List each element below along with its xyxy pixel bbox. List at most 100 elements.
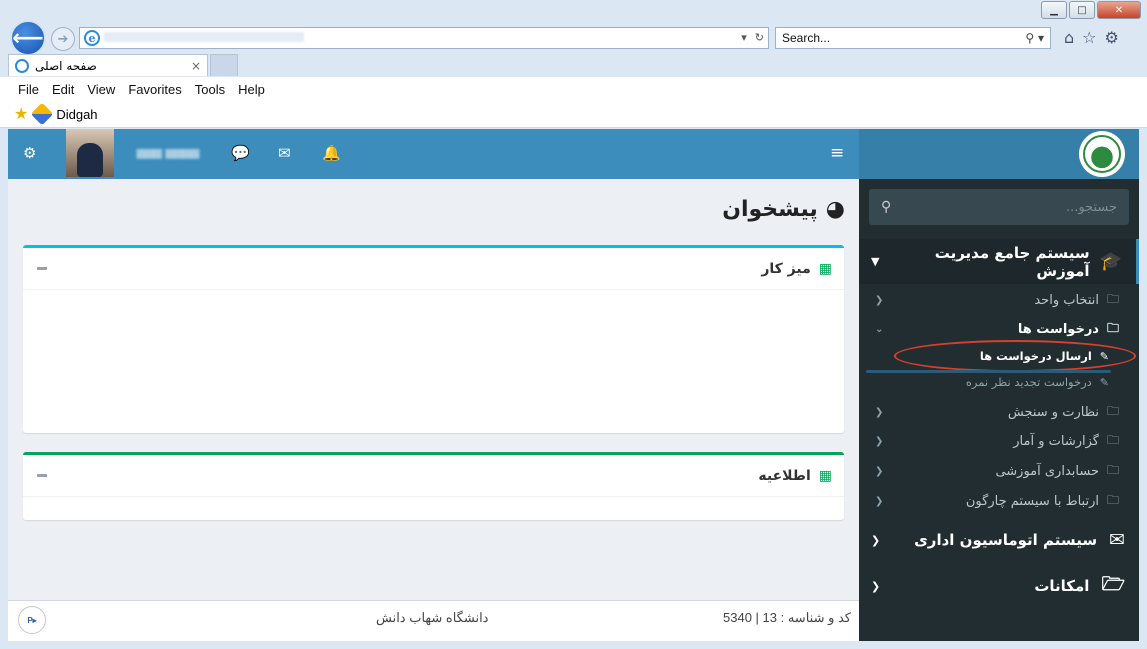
cogs-icon[interactable]: ⚙ [23, 144, 36, 162]
sidebar-item-office-automation[interactable]: ✉ سیستم اتوماسیون اداری ❮ [859, 518, 1139, 562]
chevron-down-icon: ⌄ [875, 323, 884, 335]
box-header: ▦ اطلاعیه [23, 455, 844, 497]
close-tab-icon[interactable]: × [191, 59, 201, 73]
chevron-left-icon: ❮ [875, 435, 884, 447]
sidebar-subitem-grade-appeal[interactable]: ✎ درخواست تجدید نظر نمره [859, 369, 1139, 395]
hamburger-icon[interactable]: ≡ [830, 143, 844, 163]
sidebar-item-label: ارتباط با سیستم چارگون [965, 493, 1099, 509]
menu-favorites[interactable]: Favorites [128, 82, 181, 97]
chevron-left-icon: ❮ [871, 533, 881, 547]
main-content: ◕ پیشخوان ▦ میز کار ▦ اطلاعیه [8, 179, 859, 600]
forward-button[interactable]: ➔ [51, 27, 75, 51]
sidebar-item-chargoon[interactable]: 🗀 ارتباط با سیستم چارگون ❮ [859, 487, 1139, 515]
page-title-text: پیشخوان [722, 197, 818, 222]
chevron-left-icon: ❮ [871, 579, 881, 593]
sidebar-search-input[interactable]: جستجو... ⚲ [869, 189, 1129, 225]
grid-icon: ▦ [818, 467, 832, 484]
menu-help[interactable]: Help [238, 82, 265, 97]
tab-strip: صفحه اصلی × [8, 54, 238, 76]
envelope-icon[interactable]: ✉ [278, 144, 291, 162]
user-name-blurred[interactable]: ▆▆▆ ▆▆▆▆ [122, 146, 214, 160]
announcements-box: ▦ اطلاعیه [23, 452, 844, 520]
sidebar-item-education-system[interactable]: 🎓 سیستم جامع مدیریت آموزش ▼ [859, 239, 1139, 284]
favorites-star-icon[interactable]: ★ [14, 104, 28, 124]
folder-icon: 🗀 [1106, 492, 1119, 507]
chevron-left-icon: ❮ [875, 406, 884, 418]
window-controls: ▁ □ ✕ [1041, 1, 1141, 19]
folder-icon: 🗀 [1106, 291, 1119, 306]
chevron-left-icon: ❮ [875, 495, 884, 507]
dashboard-icon: ◕ [825, 197, 845, 222]
sidebar-item-supervision[interactable]: 🗀 نظارت و سنجش ❮ [859, 398, 1139, 426]
sidebar-subitem-label: درخواست تجدید نظر نمره [965, 375, 1092, 389]
search-icon[interactable]: ⚲ [881, 199, 891, 215]
sidebar-item-label: درخواست ها [1017, 321, 1099, 337]
folder-icon: 🗀 [1106, 403, 1119, 418]
address-bar[interactable]: e ▾ ↻ [79, 27, 769, 49]
top-navbar: ⚙ ▆▆▆ ▆▆▆▆ 💬 ✉ 🔔 ≡ [8, 129, 859, 179]
workspace-box: ▦ میز کار [23, 245, 844, 433]
highlight-annotation [894, 340, 1136, 372]
address-controls: ▾ ↻ [741, 31, 764, 44]
home-icon[interactable]: ⌂ [1064, 28, 1074, 47]
menu-edit[interactable]: Edit [52, 82, 74, 97]
favorites-star-icon[interactable]: ☆ [1082, 28, 1096, 47]
forward-arrow-icon: ➔ [57, 31, 69, 47]
ie-tab-icon [15, 58, 29, 73]
box-header: ▦ میز کار [23, 248, 844, 290]
sidebar-system-title: سیستم جامع مدیریت آموزش [934, 243, 1090, 280]
favorite-didgah[interactable]: Didgah [56, 107, 97, 122]
didgah-icon [31, 102, 54, 126]
envelope-icon: ✉ [1109, 529, 1125, 551]
browser-tools: ⌂ ☆ ⚙ [1064, 28, 1119, 47]
sidebar: جستجو... ⚲ 🎓 سیستم جامع مدیریت آموزش ▼ 🗀… [859, 179, 1139, 641]
logo-emblem [1083, 135, 1121, 173]
sidebar-item-course-selection[interactable]: 🗀 انتخاب واحد ❮ [859, 286, 1139, 314]
footer-code: کد و شناسه : 13 | 5340 [723, 610, 851, 625]
sidebar-item-reports[interactable]: 🗀 گزارشات و آمار ❮ [859, 427, 1139, 455]
logo-bar [859, 129, 1139, 179]
new-tab-button[interactable] [210, 54, 238, 76]
chevron-left-icon: ❮ [875, 294, 884, 306]
menu-bar: File Edit View Favorites Tools Help [0, 77, 1147, 101]
sidebar-item-label: سیستم اتوماسیون اداری [914, 531, 1098, 549]
wechat-icon[interactable]: 💬 [231, 144, 250, 162]
sidebar-item-facilities[interactable]: 🗁 امکانات ❮ [859, 564, 1139, 608]
maximize-button[interactable]: □ [1069, 1, 1095, 19]
menu-tools[interactable]: Tools [195, 82, 225, 97]
menu-view[interactable]: View [87, 82, 115, 97]
window-border-right [1139, 128, 1147, 649]
refresh-icon[interactable]: ↻ [755, 31, 764, 44]
graduation-cap-icon: 🎓 [1099, 251, 1122, 272]
page-title: ◕ پیشخوان [722, 197, 845, 222]
window-border-left [0, 128, 8, 649]
gear-icon[interactable]: ⚙ [1105, 28, 1119, 47]
tab-home[interactable]: صفحه اصلی × [8, 54, 208, 76]
sidebar-item-requests[interactable]: 🗀 درخواست ها ⌄ [859, 315, 1139, 343]
footer-university: دانشگاه شهاب دانش [376, 610, 489, 625]
parfco-logo-icon[interactable]: P▸ [18, 606, 46, 634]
collapse-icon[interactable] [37, 267, 47, 270]
folder-icon: 🗀 [1106, 320, 1119, 335]
footer: کد و شناسه : 13 | 5340 دانشگاه شهاب دانش… [8, 600, 859, 641]
folder-icon: 🗀 [1106, 432, 1119, 447]
folder-open-icon: 🗁 [1101, 573, 1125, 595]
sidebar-item-label: حسابداری آموزشی [995, 463, 1099, 479]
sidebar-item-label: گزارشات و آمار [1013, 433, 1099, 449]
search-icon[interactable]: ⚲ ▾ [1025, 31, 1044, 45]
bell-icon[interactable]: 🔔 [322, 144, 341, 162]
ie-icon: e [84, 30, 100, 46]
browser-search-box[interactable]: Search... ⚲ ▾ [775, 27, 1051, 49]
collapse-icon[interactable] [37, 474, 47, 477]
university-logo[interactable] [1079, 131, 1125, 177]
close-window-button[interactable]: ✕ [1097, 1, 1141, 19]
dropdown-arrow-icon[interactable]: ▾ [741, 31, 747, 44]
avatar[interactable] [66, 129, 114, 177]
web-app: ⚙ ▆▆▆ ▆▆▆▆ 💬 ✉ 🔔 ≡ جستجو... ⚲ 🎓 سیستم جا… [8, 129, 1139, 641]
back-button[interactable]: ⟵ [10, 20, 46, 56]
menu-file[interactable]: File [18, 82, 39, 97]
box-title: میز کار [761, 260, 811, 277]
sidebar-item-accounting[interactable]: 🗀 حسابداری آموزشی ❮ [859, 457, 1139, 485]
sidebar-item-label: نظارت و سنجش [1007, 404, 1099, 420]
minimize-button[interactable]: ▁ [1041, 1, 1067, 19]
